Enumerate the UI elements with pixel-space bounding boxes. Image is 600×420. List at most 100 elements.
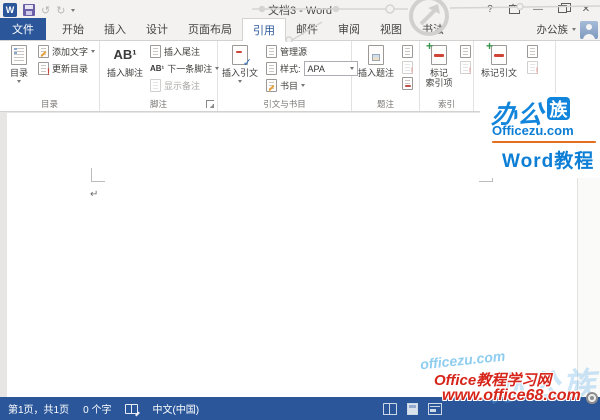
- bibliography-icon: [266, 79, 277, 92]
- status-bar: 第1页，共1页 0 个字 中文(中国): [0, 397, 600, 420]
- insert-citation-icon: [232, 45, 248, 65]
- insert-index-button[interactable]: [457, 43, 473, 59]
- toc-button[interactable]: 目录: [3, 43, 35, 97]
- update-table-of-authorities-icon: [526, 60, 538, 74]
- tab-mailings[interactable]: 邮件: [286, 18, 328, 40]
- insert-citation-button[interactable]: 插入引文: [220, 43, 260, 97]
- group-label-citations: 引文与书目: [263, 99, 306, 109]
- group-label-index: 索引: [437, 99, 455, 109]
- tab-page-layout[interactable]: 页面布局: [178, 18, 242, 40]
- group-label-footnotes: 脚注: [149, 99, 167, 109]
- insert-table-of-figures-button[interactable]: [399, 43, 415, 59]
- mark-entry-button[interactable]: 标记 索引项: [422, 43, 456, 97]
- vertical-scrollbar[interactable]: [577, 113, 600, 397]
- account-name: 办公族: [536, 24, 569, 36]
- restore-button[interactable]: [550, 0, 574, 18]
- paragraph-mark: ↵: [90, 189, 99, 200]
- ribbon-group-citations: 插入引文 管理源 样式: APA 书目: [218, 41, 358, 111]
- insert-index-icon: [459, 44, 471, 58]
- insert-footnote-icon: AB¹: [113, 46, 137, 62]
- tab-calligraphy[interactable]: 书法: [412, 18, 454, 40]
- manage-sources-button[interactable]: 管理源: [264, 43, 360, 60]
- add-text-button[interactable]: 添加文字: [36, 43, 97, 60]
- group-label-captions: 题注: [376, 99, 394, 109]
- toc-icon: [11, 45, 27, 65]
- tab-references[interactable]: 引用: [242, 18, 286, 41]
- account-control[interactable]: 办公族: [536, 19, 598, 40]
- print-layout-icon[interactable]: [407, 402, 418, 415]
- insert-caption-icon: [368, 45, 384, 65]
- insert-endnote-button[interactable]: 插入尾注: [148, 43, 221, 60]
- update-index-icon: [459, 60, 471, 74]
- tab-insert[interactable]: 插入: [94, 18, 136, 40]
- web-layout-icon[interactable]: [428, 402, 442, 415]
- title-bar: 文档3 - Word ? — ✕: [0, 0, 600, 18]
- style-icon: [266, 62, 277, 75]
- group-label-toc: 目录: [40, 99, 58, 109]
- view-shortcuts: [383, 397, 442, 420]
- tab-view[interactable]: 视图: [370, 18, 412, 40]
- dropdown-arrow-icon: [238, 80, 242, 84]
- minimize-button[interactable]: —: [526, 0, 550, 18]
- update-index-button: [457, 59, 473, 75]
- style-select[interactable]: APA: [303, 61, 358, 76]
- ribbon-display-options-button[interactable]: [502, 0, 526, 18]
- mark-entry-icon: [431, 45, 447, 65]
- margin-crop-mark: [91, 168, 105, 182]
- update-table-of-figures-icon: [401, 60, 413, 74]
- dropdown-arrow-icon: [301, 84, 306, 87]
- restore-icon: [557, 3, 571, 13]
- ribbon-group-authorities: 标记引文 引文目录: [474, 41, 556, 111]
- margin-crop-mark: [479, 168, 493, 182]
- manage-sources-icon: [266, 45, 277, 58]
- insert-table-of-authorities-button[interactable]: [524, 43, 540, 59]
- window-controls: ? — ✕: [478, 0, 598, 18]
- style-row: 样式: APA: [264, 60, 360, 77]
- insert-table-of-figures-icon: [401, 44, 413, 58]
- tab-review[interactable]: 审阅: [328, 18, 370, 40]
- show-notes-button: 显示备注: [148, 77, 221, 94]
- update-table-of-authorities-button: [524, 59, 540, 75]
- chevron-down-icon: [572, 28, 576, 31]
- cross-reference-button[interactable]: [399, 75, 415, 91]
- document-area[interactable]: ↵: [0, 113, 600, 397]
- ribbon-group-toc: 目录 添加文字 更新目录 目录: [0, 41, 100, 111]
- dropdown-arrow-icon: [17, 80, 21, 84]
- tab-file[interactable]: 文件: [0, 18, 46, 40]
- group-label-authorities: 引文目录: [497, 99, 532, 109]
- language-status[interactable]: 中文(中国): [152, 401, 199, 416]
- bibliography-button[interactable]: 书目: [264, 77, 360, 94]
- ribbon-group-footnotes: AB¹ 插入脚注 插入尾注 AB¹ 下一条脚注 显示备注 脚注: [100, 41, 221, 111]
- ribbon-display-options-icon: [508, 4, 520, 14]
- insert-caption-button[interactable]: 插入题注: [356, 43, 396, 97]
- mark-citation-button[interactable]: 标记引文: [478, 43, 520, 97]
- cross-reference-icon: [401, 76, 413, 90]
- page-number-status[interactable]: 第1页，共1页: [8, 401, 69, 416]
- insert-table-of-authorities-icon: [526, 44, 538, 58]
- dropdown-arrow-icon: [91, 50, 96, 53]
- update-toc-icon: [38, 62, 49, 75]
- read-mode-icon[interactable]: [383, 402, 397, 415]
- proofing-status-icon[interactable]: [125, 403, 139, 414]
- ribbon-tab-row: 文件 开始 插入 设计 页面布局 引用 邮件 审阅 视图 书法: [0, 18, 600, 41]
- ribbon-references: 目录 添加文字 更新目录 目录 AB¹ 插入脚注: [0, 41, 600, 112]
- mark-citation-icon: [491, 45, 507, 65]
- help-button[interactable]: ?: [478, 0, 502, 18]
- update-table-of-figures-button: [399, 59, 415, 75]
- insert-footnote-button[interactable]: AB¹ 插入脚注: [104, 43, 146, 97]
- ribbon-group-index: 标记 索引项 索引: [420, 41, 474, 111]
- add-text-icon: [38, 45, 49, 58]
- update-toc-button[interactable]: 更新目录: [36, 60, 97, 77]
- ribbon-group-captions: 插入题注 题注: [352, 41, 420, 111]
- next-footnote-button[interactable]: AB¹ 下一条脚注: [148, 60, 221, 77]
- word-count-status[interactable]: 0 个字: [83, 401, 111, 416]
- close-button[interactable]: ✕: [574, 0, 598, 18]
- document-page[interactable]: ↵: [7, 113, 577, 397]
- tab-home[interactable]: 开始: [52, 18, 94, 40]
- tab-design[interactable]: 设计: [136, 18, 178, 40]
- word-window: 文档3 - Word ? — ✕ 文件 开始 插入: [0, 0, 600, 420]
- avatar[interactable]: [580, 20, 598, 39]
- next-footnote-icon: AB¹: [150, 64, 165, 73]
- insert-endnote-icon: [150, 45, 161, 58]
- show-notes-icon: [150, 79, 161, 92]
